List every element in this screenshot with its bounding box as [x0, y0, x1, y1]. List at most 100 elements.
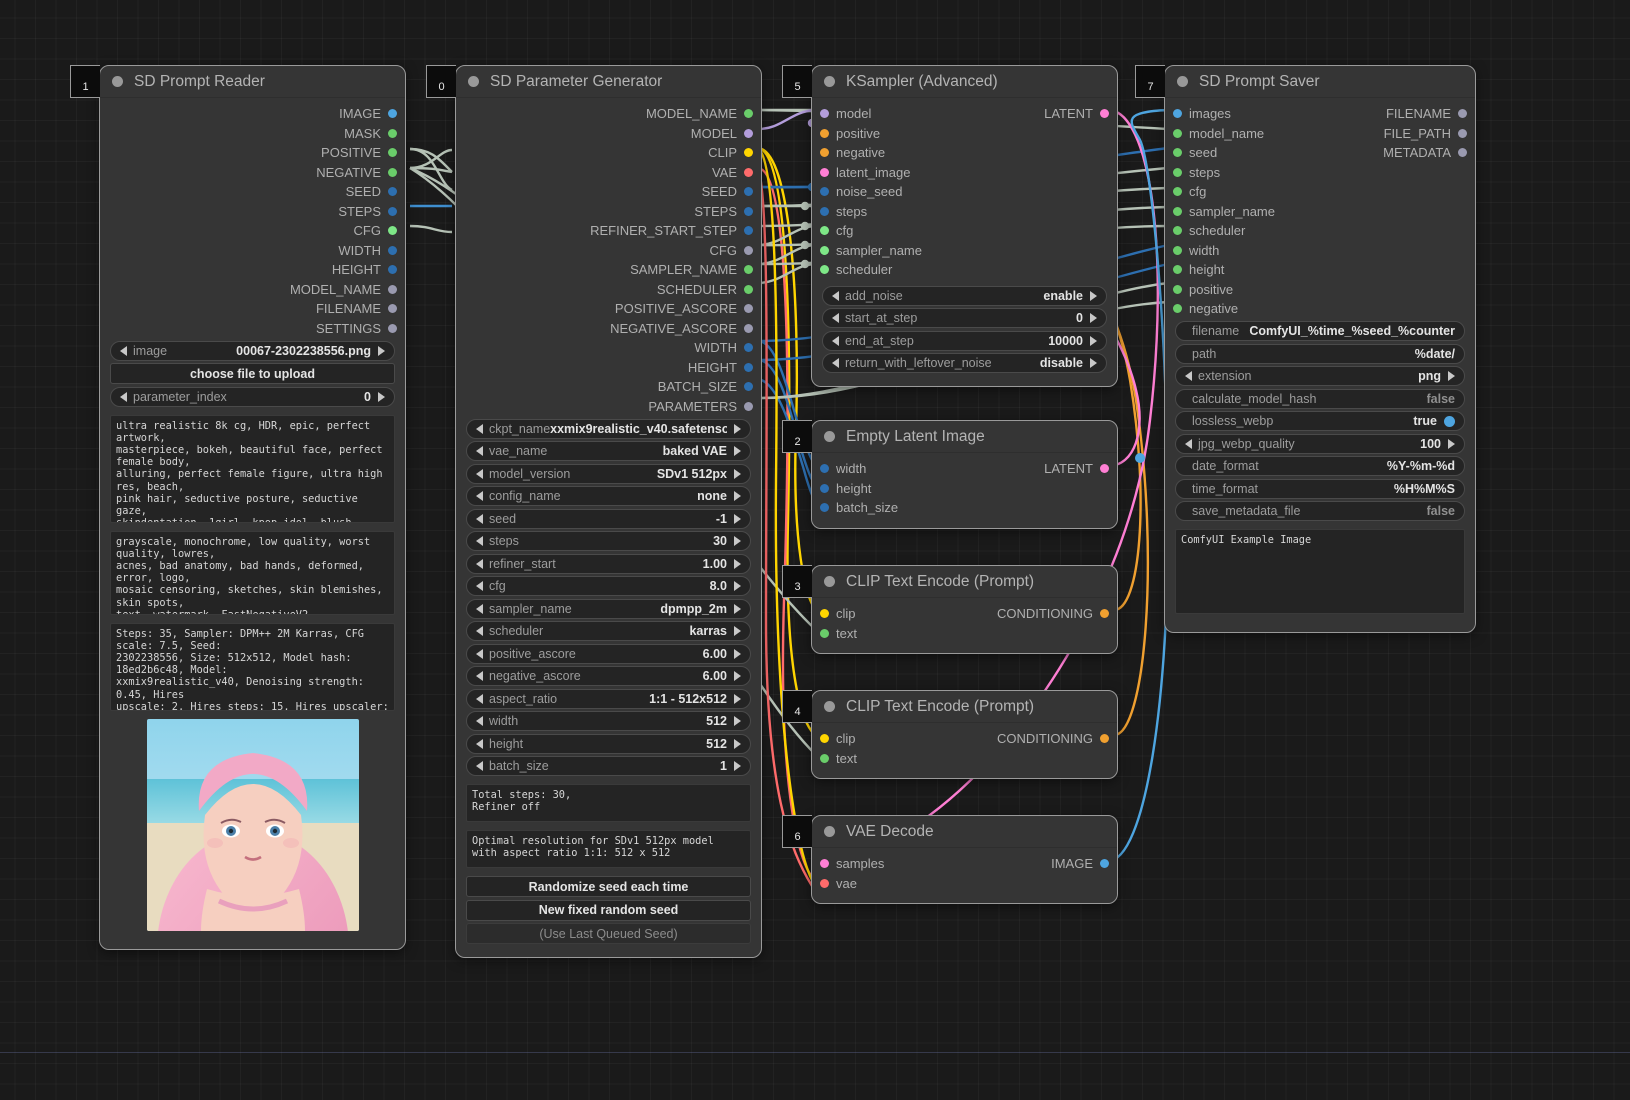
node-title-vae-decode[interactable]: VAE Decode: [812, 816, 1117, 848]
decrement-icon[interactable]: [832, 358, 839, 368]
increment-icon[interactable]: [1448, 438, 1455, 449]
slot-dot-icon[interactable]: [1173, 167, 1182, 177]
decrement-icon[interactable]: [476, 423, 483, 434]
node-clip-text-encode-negative[interactable]: 4 CLIP Text Encode (Prompt) clip text CON…: [782, 690, 1118, 779]
node-title-clip-text-encode-positive[interactable]: CLIP Text Encode (Prompt): [812, 566, 1117, 598]
widget-date-format[interactable]: date_format %Y-%m-%d: [1175, 456, 1465, 476]
widget-extension[interactable]: extension png: [1175, 366, 1465, 386]
widget-config-name[interactable]: config_name none: [466, 486, 751, 506]
widget-seed[interactable]: seed -1: [466, 508, 751, 529]
increment-icon[interactable]: [378, 391, 385, 402]
node-vae-decode[interactable]: 6 VAE Decode samples vae IMAGE: [782, 815, 1118, 904]
decrement-icon[interactable]: [476, 581, 483, 591]
output-slot-model_name[interactable]: MODEL_NAME: [456, 104, 761, 124]
input-slot-text[interactable]: text: [812, 749, 1117, 769]
widget-return-with-leftover-noise[interactable]: return_with_leftover_noise disable: [822, 353, 1107, 373]
slot-dot-icon[interactable]: [820, 265, 829, 275]
choose-file-to-upload-button[interactable]: choose file to upload: [110, 363, 395, 384]
slot-dot-icon[interactable]: [744, 148, 753, 158]
increment-icon[interactable]: [734, 536, 741, 546]
decrement-icon[interactable]: [476, 468, 483, 479]
slot-dot-icon[interactable]: [388, 109, 397, 119]
widget-refiner-start[interactable]: refiner_start 1.00: [466, 553, 751, 574]
slot-dot-icon[interactable]: [744, 245, 753, 255]
new-fixed-random-seed-button[interactable]: New fixed random seed: [466, 899, 751, 921]
collapse-icon[interactable]: [1177, 76, 1188, 87]
positive-prompt-textarea[interactable]: ultra realistic 8k cg, HDR, epic, perfec…: [110, 414, 395, 523]
increment-icon[interactable]: [1090, 290, 1097, 301]
node-title-clip-text-encode-negative[interactable]: CLIP Text Encode (Prompt): [812, 691, 1117, 723]
widget-batch-size[interactable]: batch_size 1: [466, 756, 751, 776]
input-slot-width[interactable]: width: [1165, 241, 1475, 261]
widget-calculate-model-hash[interactable]: calculate_model_hash false: [1175, 388, 1465, 409]
output-slot-seed[interactable]: SEED: [100, 182, 405, 202]
slot-dot-icon[interactable]: [388, 206, 397, 216]
widget-lossless-webp[interactable]: lossless_webp true: [1175, 411, 1465, 431]
node-sd-prompt-reader[interactable]: 1 SD Prompt Reader IMAGE MASK POSITIVE NEGA…: [70, 65, 406, 950]
output-slot-model_name[interactable]: MODEL_NAME: [100, 280, 405, 300]
slot-dot-icon[interactable]: [388, 304, 397, 314]
increment-icon[interactable]: [734, 626, 741, 636]
increment-icon[interactable]: [1090, 358, 1097, 368]
input-slot-sampler_name[interactable]: sampler_name: [812, 241, 1117, 261]
slot-dot-icon[interactable]: [1100, 734, 1109, 744]
output-slot-negative_ascore[interactable]: NEGATIVE_ASCORE: [456, 319, 761, 339]
collapse-icon[interactable]: [824, 826, 835, 837]
input-slot-steps[interactable]: steps: [812, 202, 1117, 222]
output-slot-scheduler[interactable]: SCHEDULER: [456, 280, 761, 300]
slot-dot-icon[interactable]: [744, 304, 753, 314]
decrement-icon[interactable]: [476, 671, 483, 681]
increment-icon[interactable]: [1090, 313, 1097, 323]
slot-dot-icon[interactable]: [744, 206, 753, 216]
input-slot-negative[interactable]: negative: [1165, 299, 1475, 319]
slot-dot-icon[interactable]: [820, 503, 829, 513]
slot-dot-icon[interactable]: [1100, 609, 1109, 619]
input-slot-vae[interactable]: vae: [812, 874, 1117, 894]
workflow-canvas[interactable]: 1 SD Prompt Reader IMAGE MASK POSITIVE NEGA…: [0, 0, 1630, 1100]
slot-dot-icon[interactable]: [1173, 226, 1182, 236]
slot-dot-icon[interactable]: [820, 226, 829, 236]
output-slot-file_path[interactable]: FILE_PATH: [1165, 124, 1475, 144]
node-title-ksampler-advanced[interactable]: KSampler (Advanced): [812, 66, 1117, 98]
increment-icon[interactable]: [1090, 335, 1097, 346]
output-slot-clip[interactable]: CLIP: [456, 143, 761, 163]
output-slot-conditioning[interactable]: CONDITIONING: [812, 604, 1117, 624]
decrement-icon[interactable]: [120, 345, 127, 356]
output-slot-refiner_start_step[interactable]: REFINER_START_STEP: [456, 221, 761, 241]
output-slot-seed[interactable]: SEED: [456, 182, 761, 202]
input-slot-text[interactable]: text: [812, 624, 1117, 644]
increment-icon[interactable]: [1448, 371, 1455, 381]
increment-icon[interactable]: [734, 648, 741, 659]
slot-dot-icon[interactable]: [388, 323, 397, 333]
node-empty-latent-image[interactable]: 2 Empty Latent Image width height batch_si…: [782, 420, 1118, 529]
slot-dot-icon[interactable]: [820, 628, 829, 638]
slot-dot-icon[interactable]: [1173, 304, 1182, 314]
widget-ckpt-name[interactable]: ckpt_name xxmix9realistic_v40.safetensors: [466, 418, 751, 439]
slot-dot-icon[interactable]: [1458, 148, 1467, 158]
input-slot-scheduler[interactable]: scheduler: [1165, 221, 1475, 241]
decrement-icon[interactable]: [476, 446, 483, 456]
slot-dot-icon[interactable]: [820, 206, 829, 216]
widget-model-version[interactable]: model_version SDv1 512px: [466, 463, 751, 484]
slot-dot-icon[interactable]: [744, 284, 753, 294]
widget-start-at-step[interactable]: start_at_step 0: [822, 308, 1107, 328]
output-slot-height[interactable]: HEIGHT: [100, 260, 405, 280]
slot-dot-icon[interactable]: [1100, 109, 1109, 119]
decrement-icon[interactable]: [476, 716, 483, 726]
increment-icon[interactable]: [734, 513, 741, 524]
slot-dot-icon[interactable]: [744, 109, 753, 119]
slot-dot-icon[interactable]: [744, 167, 753, 177]
slot-dot-icon[interactable]: [1458, 128, 1467, 138]
slot-dot-icon[interactable]: [744, 128, 753, 138]
output-slot-positive_ascore[interactable]: POSITIVE_ASCORE: [456, 299, 761, 319]
decrement-icon[interactable]: [832, 290, 839, 301]
collapse-icon[interactable]: [824, 576, 835, 587]
widget-path[interactable]: path %date/: [1175, 343, 1465, 364]
collapse-icon[interactable]: [824, 701, 835, 712]
input-slot-scheduler[interactable]: scheduler: [812, 260, 1117, 280]
slot-dot-icon[interactable]: [1173, 206, 1182, 216]
slot-dot-icon[interactable]: [388, 245, 397, 255]
slot-dot-icon[interactable]: [744, 187, 753, 197]
output-slot-cfg[interactable]: CFG: [456, 241, 761, 261]
slot-dot-icon[interactable]: [388, 187, 397, 197]
